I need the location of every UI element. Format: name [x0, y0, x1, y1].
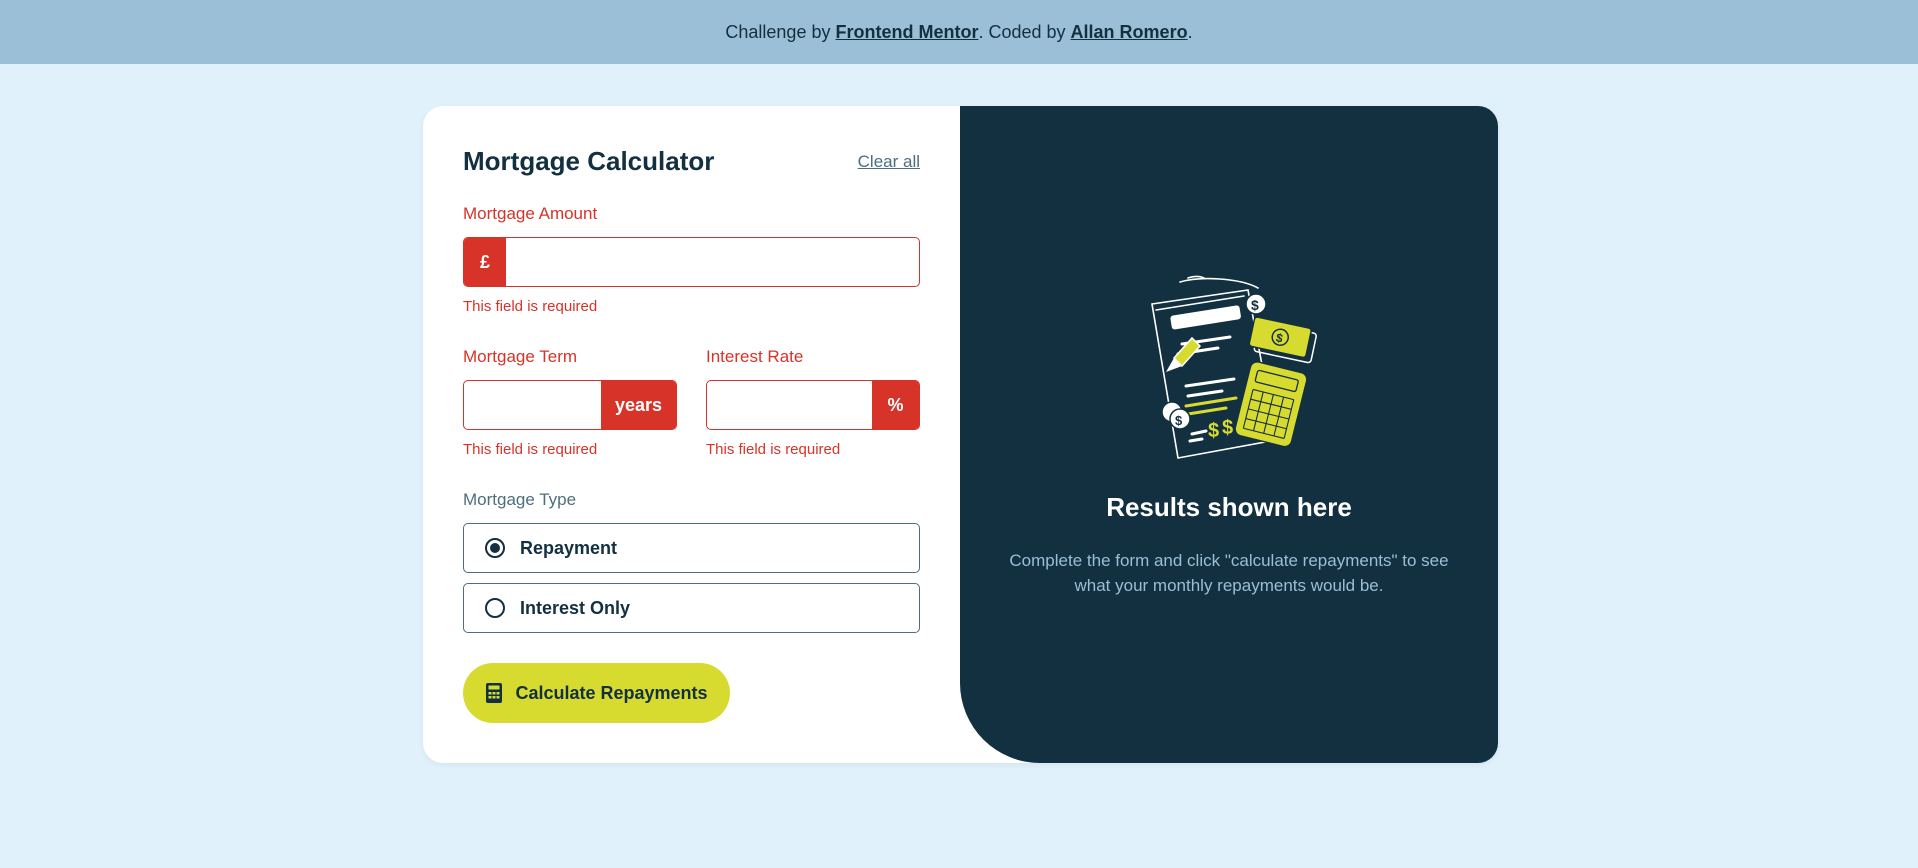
- attribution-suffix: .: [1187, 21, 1193, 42]
- radio-interest-only-label: Interest Only: [520, 597, 631, 618]
- mortgage-type-label: Mortgage Type: [463, 490, 577, 509]
- attribution-prefix: Challenge by: [725, 21, 831, 42]
- mortgage-amount-field: £: [463, 237, 920, 287]
- results-description: Complete the form and click "calculate r…: [1009, 551, 1449, 595]
- interest-rate-label: Interest Rate: [706, 347, 804, 366]
- empty-results-illustration: $ $ $ $ $ $: [1151, 275, 1317, 459]
- percent-suffix: %: [872, 381, 919, 429]
- interest-rate-input[interactable]: [707, 381, 872, 429]
- clear-all-button[interactable]: Clear all: [858, 152, 920, 172]
- results-title: Results shown here: [1106, 492, 1352, 522]
- attribution-middle: . Coded by: [978, 21, 1066, 42]
- svg-text:$: $: [1175, 413, 1183, 428]
- calculator-card: Mortgage Calculator Clear all Mortgage A…: [423, 106, 1498, 763]
- form-panel: Mortgage Calculator Clear all Mortgage A…: [423, 106, 960, 763]
- radio-selected-icon: [485, 538, 505, 558]
- svg-text:$: $: [1222, 417, 1233, 439]
- page-title: Mortgage Calculator: [463, 146, 715, 176]
- results-panel: $ $ $ $ $ $: [960, 106, 1498, 763]
- calculate-repayments-button[interactable]: Calculate Repayments: [463, 663, 730, 723]
- frontend-mentor-link[interactable]: Frontend Mentor: [835, 22, 978, 43]
- mortgage-term-error: This field is required: [463, 441, 598, 458]
- mortgage-amount-label: Mortgage Amount: [463, 204, 598, 223]
- radio-unselected-icon: [485, 598, 505, 618]
- author-link[interactable]: Allan Romero: [1071, 22, 1188, 43]
- svg-text:$: $: [1208, 420, 1219, 442]
- radio-dot: [490, 543, 500, 553]
- term-suffix: years: [601, 381, 676, 429]
- calculator-icon: [486, 683, 503, 703]
- mortgage-amount-input[interactable]: [506, 238, 919, 286]
- radio-repayment[interactable]: Repayment: [463, 523, 920, 573]
- interest-rate-field: %: [706, 380, 920, 430]
- mortgage-term-label: Mortgage Term: [463, 347, 578, 366]
- attribution-banner: Challenge by Frontend Mentor. Coded by A…: [0, 0, 1918, 64]
- currency-prefix: £: [464, 238, 506, 286]
- mortgage-term-input[interactable]: [464, 381, 601, 429]
- interest-rate-error: This field is required: [706, 441, 841, 458]
- radio-interest-only[interactable]: Interest Only: [463, 583, 920, 633]
- form-header: Mortgage Calculator Clear all: [463, 146, 920, 177]
- calculate-button-label: Calculate Repayments: [515, 682, 708, 703]
- mortgage-amount-error: This field is required: [463, 298, 598, 315]
- svg-text:$: $: [1251, 297, 1259, 313]
- mortgage-term-field: years: [463, 380, 677, 430]
- radio-repayment-label: Repayment: [520, 537, 618, 558]
